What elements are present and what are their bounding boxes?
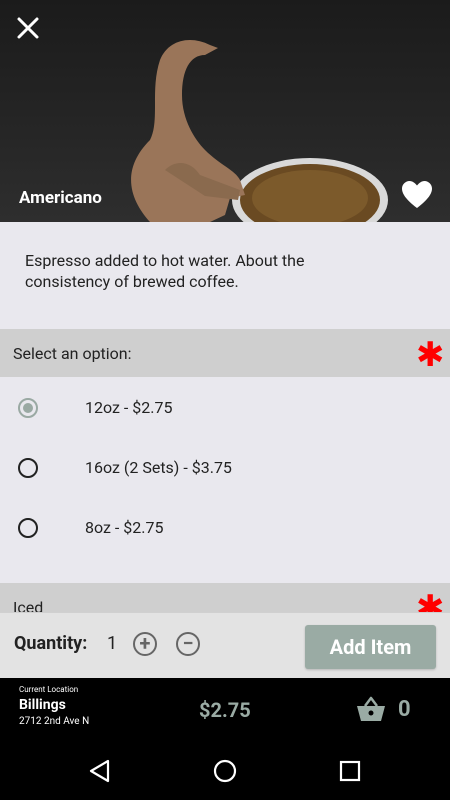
option-label: 16oz (2 Sets) - $3.75 bbox=[85, 458, 232, 477]
radio-icon[interactable] bbox=[18, 458, 38, 478]
item-description: Espresso added to hot water. About the c… bbox=[25, 251, 305, 291]
recents-square-icon bbox=[339, 760, 361, 782]
increment-button[interactable]: + bbox=[133, 632, 157, 656]
option-row-16oz[interactable]: 16oz (2 Sets) - $3.75 bbox=[0, 438, 450, 498]
decrement-button[interactable]: − bbox=[176, 632, 200, 656]
option-row-12oz[interactable]: 12oz - $2.75 bbox=[0, 378, 450, 438]
iced-section-header: Iced ✱ bbox=[0, 583, 450, 613]
add-item-button[interactable]: Add Item bbox=[305, 625, 436, 669]
heart-icon bbox=[402, 181, 432, 208]
favorite-button[interactable] bbox=[401, 180, 433, 210]
radio-icon[interactable] bbox=[18, 518, 38, 538]
option-row-8oz[interactable]: 8oz - $2.75 bbox=[0, 498, 450, 558]
option-label: 8oz - $2.75 bbox=[85, 518, 164, 537]
section-label: Select an option: bbox=[13, 344, 132, 363]
close-button[interactable] bbox=[14, 14, 42, 42]
quantity-value: 1 bbox=[107, 633, 118, 654]
quantity-label: Quantity: bbox=[14, 633, 88, 654]
location-city[interactable]: Billings bbox=[19, 697, 66, 713]
location-caption: Current Location bbox=[19, 685, 79, 694]
item-title: Americano bbox=[19, 188, 102, 208]
back-triangle-icon bbox=[89, 759, 110, 783]
option-label: 12oz - $2.75 bbox=[85, 398, 173, 417]
required-icon: ✱ bbox=[416, 588, 445, 613]
radio-selected-icon[interactable] bbox=[18, 398, 38, 418]
option-section-header: Select an option: ✱ bbox=[0, 329, 450, 377]
order-total: $2.75 bbox=[199, 698, 251, 722]
close-icon bbox=[17, 17, 39, 39]
location-address: 2712 2nd Ave N bbox=[19, 716, 90, 727]
system-nav-bar bbox=[0, 741, 450, 800]
cart-footer: Current Location Billings 2712 2nd Ave N… bbox=[0, 678, 450, 741]
section-label: Iced bbox=[13, 598, 44, 613]
hero-image: Americano bbox=[0, 0, 450, 222]
required-icon: ✱ bbox=[416, 335, 445, 375]
cart-button[interactable] bbox=[356, 696, 386, 722]
basket-icon bbox=[357, 696, 385, 721]
back-button[interactable] bbox=[87, 758, 113, 784]
quantity-bar: Quantity: 1 + − Add Item bbox=[0, 612, 450, 679]
cart-count: 0 bbox=[398, 697, 411, 722]
recents-button[interactable] bbox=[337, 758, 363, 784]
home-button[interactable] bbox=[212, 758, 238, 784]
home-circle-icon bbox=[213, 759, 237, 783]
